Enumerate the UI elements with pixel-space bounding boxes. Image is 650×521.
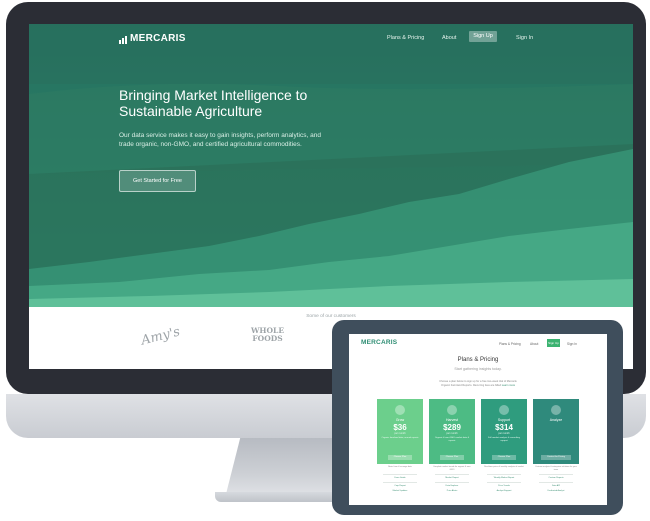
customers-label: Some of our customers [306, 314, 356, 319]
plan-card-header: Grow $36 per month Organic farmland data… [377, 399, 423, 464]
plan-description: Complete market trends for organic & non… [433, 466, 471, 471]
logo-bars-icon [119, 33, 128, 44]
plan-price: $36 [393, 423, 407, 432]
divider [435, 474, 469, 475]
plan-link[interactable]: Market Updates [377, 490, 423, 492]
plan-name: Harvest [445, 418, 459, 422]
get-started-button[interactable]: Get Started for Free [119, 170, 196, 192]
hero-title-line1: Bringing Market Intelligence to [119, 87, 308, 103]
nav-signin[interactable]: Sign In [516, 35, 533, 41]
divider [539, 474, 573, 475]
tablet-nav-about[interactable]: About [530, 342, 538, 346]
choose-plan-button[interactable]: Choose Plan [440, 455, 464, 460]
choose-plan-button[interactable]: Choose Plan [492, 455, 516, 460]
desktop-screen: MERCARIS Plans & Pricing About Sign Up S… [29, 24, 633, 369]
whole-foods-logo-line2: FOODS [252, 334, 283, 343]
plan-price: $314 [495, 423, 513, 432]
plan-description: Basic farm & acreage data [388, 466, 412, 468]
divider [383, 482, 417, 483]
logo-text: MERCARIS [130, 33, 186, 44]
plan-card-support: Support $314 per month Full market analy… [481, 399, 527, 497]
plan-period: per month [394, 432, 406, 435]
plan-icon [395, 405, 405, 415]
plan-link[interactable]: Price Trends [481, 485, 527, 487]
plan-link[interactable]: Analyst Support [481, 490, 527, 492]
hero-subtitle-line1: Our data service makes it easy to gain i… [119, 132, 321, 139]
plan-link[interactable]: Dedicated Analyst [533, 490, 579, 492]
choose-plan-button[interactable]: Choose Plan [388, 455, 412, 460]
plan-period: per month [498, 432, 510, 435]
plan-link[interactable]: Weekly Market Report [481, 477, 527, 479]
hero-title-line2: Sustainable Agriculture [119, 103, 263, 119]
tablet-page-title: Plans & Pricing [457, 357, 499, 363]
tablet-nav-plans[interactable]: Plans & Pricing [499, 342, 521, 346]
mercaris-logo[interactable]: MERCARIS [119, 33, 186, 44]
tablet-desc-link[interactable]: Learn more [502, 384, 515, 387]
hero-section: MERCARIS Plans & Pricing About Sign Up S… [29, 24, 633, 307]
plan-name: Analyze [549, 418, 563, 422]
plan-features: Organic farmland data, annual reports [381, 437, 419, 439]
divider [487, 482, 521, 483]
plan-card-header: Analyze Contact for Pricing [533, 399, 579, 464]
plan-name: Support [497, 418, 511, 422]
plan-description: Custom analysis & enterprise solutions f… [535, 466, 577, 471]
tablet-description: Choose a plan below to sign up for a fre… [409, 380, 547, 388]
plan-icon [499, 405, 509, 415]
tablet-device: MERCARIS Plans & Pricing About Sign Up S… [332, 320, 623, 515]
tablet-nav-signin[interactable]: Sign In [567, 342, 577, 346]
contact-pricing-button[interactable]: Contact for Pricing [541, 455, 571, 460]
whole-foods-logo: WHOLE FOODS [251, 327, 284, 343]
tablet-logo[interactable]: MERCARIS [361, 339, 397, 346]
plan-icon [551, 405, 561, 415]
plan-price: $289 [443, 423, 461, 432]
nav-signup-button[interactable]: Sign Up [469, 31, 497, 42]
tablet-signup-button[interactable]: Sign Up [547, 339, 560, 347]
divider [539, 482, 573, 483]
hero-title: Bringing Market Intelligence to Sustaina… [119, 87, 379, 119]
plan-features: Organic & non-GMO market data & reports [434, 437, 470, 442]
divider [435, 482, 469, 483]
plan-link[interactable]: Price Alerts [429, 490, 475, 492]
plan-link[interactable]: Farm Guide [377, 477, 423, 479]
nav-plans-pricing[interactable]: Plans & Pricing [387, 35, 424, 41]
amys-logo: Amy's [139, 324, 182, 349]
plan-link[interactable]: Crop Report [377, 485, 423, 487]
plan-link[interactable]: Market Report [429, 477, 475, 479]
divider [487, 474, 521, 475]
plan-link[interactable]: Custom Reports [533, 477, 579, 479]
plan-link[interactable]: Data API [533, 485, 579, 487]
tablet-desc-line2: Organic Farmland Reports. Recurring fees… [409, 384, 547, 388]
plan-card-header: Support $314 per month Full market analy… [481, 399, 527, 464]
plan-card-analyze: Analyze Contact for Pricing Custom analy… [533, 399, 579, 497]
plan-name: Grow [395, 418, 405, 422]
nav-about[interactable]: About [442, 35, 456, 41]
plan-period: per month [446, 432, 458, 435]
plan-card-header: Harvest $289 per month Organic & non-GMO… [429, 399, 475, 464]
hero-subtitle-line2: trade organic, non-GMO, and certified ag… [119, 141, 302, 148]
tablet-screen: MERCARIS Plans & Pricing About Sign Up S… [349, 334, 607, 505]
plan-card-harvest: Harvest $289 per month Organic & non-GMO… [429, 399, 475, 497]
plan-features: Full market analysis & consulting suppor… [488, 437, 520, 442]
plan-icon [447, 405, 457, 415]
plan-card-grow: Grow $36 per month Organic farmland data… [377, 399, 423, 497]
tablet-desc-line2-text: Organic Farmland Reports. Recurring fees… [440, 384, 502, 387]
plan-link[interactable]: Data Explorer [429, 485, 475, 487]
hero-subtitle: Our data service makes it easy to gain i… [119, 131, 359, 149]
plan-description: Real-time prices & weekly analysis of ma… [484, 466, 524, 468]
tablet-page-subtitle: Start gathering insights today. [454, 367, 502, 371]
hero-field-background [29, 24, 633, 307]
divider [383, 474, 417, 475]
